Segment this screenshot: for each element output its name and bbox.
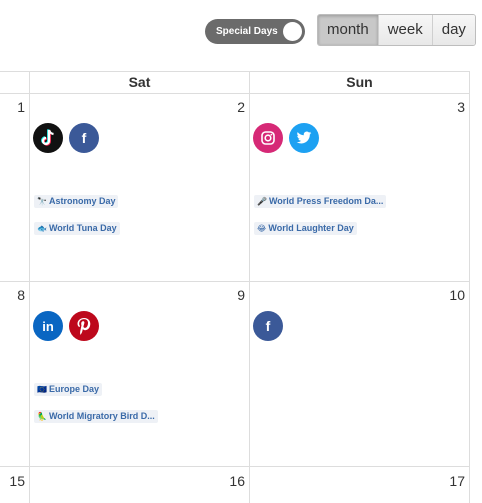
grid-week-line-1 <box>0 281 470 282</box>
day-number[interactable]: 1 <box>0 99 25 115</box>
toggle-knob <box>283 22 302 41</box>
grid-col-line-3 <box>469 71 470 503</box>
day-number[interactable]: 15 <box>0 473 25 489</box>
special-days-label: Special Days <box>216 26 278 37</box>
event-world-laughter-day[interactable]: 😂 World Laughter Day <box>254 222 357 235</box>
month-view-button[interactable]: month <box>318 15 378 45</box>
week-view-button[interactable]: week <box>377 15 432 45</box>
event-title: World Press Freedom Da... <box>268 196 384 206</box>
twitter-icon[interactable] <box>289 123 319 153</box>
event-title: World Laughter Day <box>268 223 354 233</box>
facebook-icon[interactable]: f <box>253 311 283 341</box>
laughing-face-icon: 😂 <box>257 224 267 233</box>
day-number[interactable]: 16 <box>30 473 245 489</box>
event-title: Astronomy Day <box>48 196 116 206</box>
day-number[interactable]: 3 <box>250 99 465 115</box>
day-number[interactable]: 17 <box>250 473 465 489</box>
pinterest-icon[interactable] <box>69 311 99 341</box>
header-sat: Sat <box>128 74 151 90</box>
day-number[interactable]: 9 <box>30 287 245 303</box>
header-sun: Sun <box>346 74 373 90</box>
event-title: World Migratory Bird D... <box>48 411 155 421</box>
parrot-icon: 🦜 <box>37 412 47 421</box>
event-europe-day[interactable]: 🇪🇺 Europe Day <box>34 383 102 396</box>
view-switcher: month week day <box>317 14 476 46</box>
day-number[interactable]: 2 <box>30 99 245 115</box>
day-number[interactable]: 10 <box>250 287 465 303</box>
event-world-tuna-day[interactable]: 🐟 World Tuna Day <box>34 222 120 235</box>
event-astronomy-day[interactable]: 🔭 Astronomy Day <box>34 195 119 208</box>
event-title: World Tuna Day <box>48 223 117 233</box>
event-title: Europe Day <box>48 384 99 394</box>
day-number[interactable]: 8 <box>0 287 25 303</box>
event-world-press-freedom-day[interactable]: 🎤 World Press Freedom Da... <box>254 195 387 208</box>
tiktok-icon[interactable] <box>33 123 63 153</box>
microphone-icon: 🎤 <box>257 197 267 206</box>
event-world-migratory-bird-day[interactable]: 🦜 World Migratory Bird D... <box>34 410 158 423</box>
grid-header-line <box>0 93 470 94</box>
special-days-toggle[interactable]: Special Days <box>205 19 305 44</box>
eu-flag-icon: 🇪🇺 <box>37 385 47 394</box>
grid-week-line-2 <box>0 466 470 467</box>
instagram-icon[interactable] <box>253 123 283 153</box>
linkedin-icon[interactable]: in <box>33 311 63 341</box>
facebook-icon[interactable]: f <box>69 123 99 153</box>
telescope-icon: 🔭 <box>37 197 47 206</box>
day-view-button[interactable]: day <box>431 15 475 45</box>
fish-icon: 🐟 <box>37 224 47 233</box>
